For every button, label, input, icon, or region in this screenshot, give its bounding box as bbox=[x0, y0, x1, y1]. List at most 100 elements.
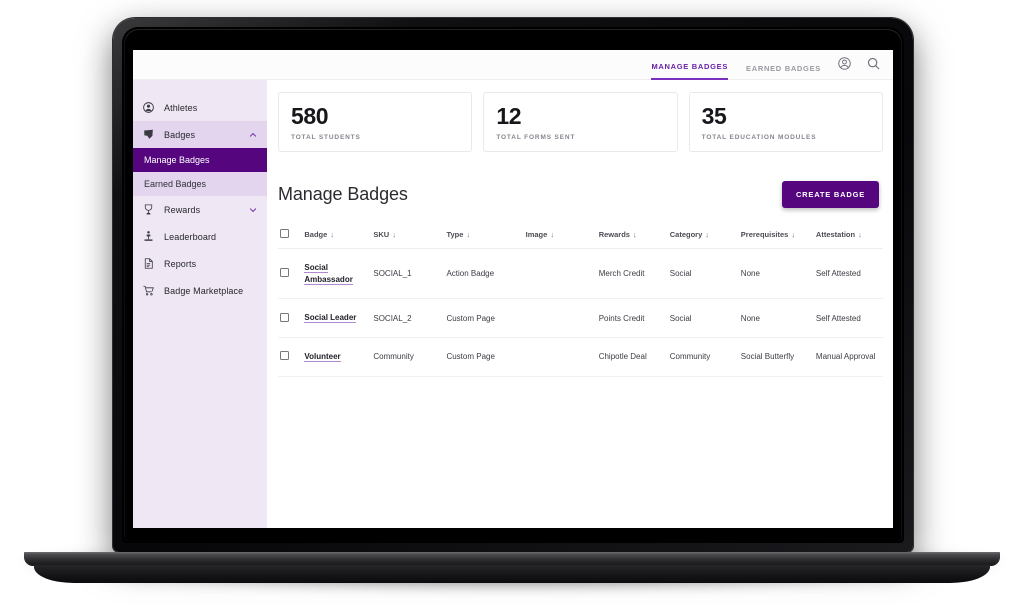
sort-arrow-icon[interactable]: ↓ bbox=[550, 230, 554, 239]
stat-label: TOTAL STUDENTS bbox=[291, 134, 361, 142]
shopping-cart-icon bbox=[143, 285, 154, 296]
cell-category: Social bbox=[667, 248, 739, 300]
cell-image bbox=[523, 337, 597, 377]
badge-icon bbox=[144, 129, 153, 139]
tab-earned-badges[interactable]: EARNED BADGES bbox=[746, 54, 821, 80]
column-header-type[interactable]: Type ↓ bbox=[444, 223, 524, 250]
search-icon[interactable] bbox=[866, 56, 881, 71]
cell-prerequisites: None bbox=[738, 248, 814, 300]
laptop-screen: MANAGE BADGES EARNED BADGES Athletes Bad… bbox=[133, 50, 893, 528]
sort-arrow-icon[interactable]: ↓ bbox=[330, 230, 334, 239]
stats-cards: 580 TOTAL STUDENTS 12 TOTAL FORMS SENT 3… bbox=[278, 92, 883, 153]
cell-sku: SOCIAL_1 bbox=[371, 248, 445, 300]
column-header-prerequisites[interactable]: Prerequisites ↓ bbox=[738, 223, 814, 250]
table-row[interactable]: Social Ambassador SOCIAL_1 Action Badge … bbox=[278, 248, 883, 300]
sort-arrow-icon[interactable]: ↓ bbox=[705, 230, 709, 239]
table-row[interactable]: Volunteer Community Custom Page Chipotle… bbox=[278, 337, 883, 377]
select-all-checkbox[interactable] bbox=[280, 229, 289, 239]
sort-arrow-icon[interactable]: ↓ bbox=[466, 230, 470, 239]
document-icon bbox=[144, 258, 153, 269]
column-header-badge[interactable]: Badge ↓ bbox=[302, 223, 372, 250]
section-header: Manage Badges CREATE BADGE bbox=[278, 181, 883, 209]
badge-name-link[interactable]: Volunteer bbox=[304, 351, 341, 362]
stat-label: TOTAL FORMS SENT bbox=[496, 134, 576, 142]
sort-arrow-icon[interactable]: ↓ bbox=[791, 230, 795, 239]
app-topbar: MANAGE BADGES EARNED BADGES bbox=[133, 50, 893, 80]
sidebar-item-athletes[interactable]: Athletes bbox=[133, 94, 267, 121]
sidebar-item-label: Athletes bbox=[164, 102, 198, 113]
row-checkbox[interactable] bbox=[280, 312, 289, 322]
column-header-attestation[interactable]: Attestation ↓ bbox=[813, 223, 883, 250]
stat-value: 35 bbox=[701, 103, 727, 129]
column-label: SKU bbox=[373, 230, 390, 240]
stat-card-total-forms-sent: 12 TOTAL FORMS SENT bbox=[483, 92, 678, 153]
sort-arrow-icon[interactable]: ↓ bbox=[858, 230, 862, 239]
cell-category: Social bbox=[667, 298, 739, 338]
row-checkbox[interactable] bbox=[280, 351, 289, 361]
cell-badge: Volunteer bbox=[302, 337, 372, 377]
top-tabs: MANAGE BADGES EARNED BADGES bbox=[651, 50, 821, 80]
column-label: Prerequisites bbox=[740, 230, 789, 240]
create-badge-button[interactable]: CREATE BADGE bbox=[781, 181, 879, 209]
app-body: Athletes Badges Manage Badges Earned Bad… bbox=[133, 80, 893, 528]
sidebar-subitem-manage-badges[interactable]: Manage Badges bbox=[133, 148, 267, 172]
chevron-up-icon[interactable] bbox=[248, 130, 258, 140]
row-select-cell bbox=[278, 248, 303, 300]
cell-prerequisites: Social Butterfly bbox=[738, 337, 814, 377]
column-label: Attestation bbox=[815, 230, 856, 240]
cell-attestation: Manual Approval bbox=[813, 337, 883, 377]
podium-icon bbox=[144, 231, 153, 241]
sidebar-item-rewards[interactable]: Rewards bbox=[133, 196, 267, 223]
sort-arrow-icon[interactable]: ↓ bbox=[392, 230, 396, 239]
sidebar-subitem-earned-badges[interactable]: Earned Badges bbox=[133, 172, 267, 196]
select-all-header bbox=[278, 223, 303, 250]
sidebar-item-badge-marketplace[interactable]: Badge Marketplace bbox=[133, 277, 267, 304]
stat-label: TOTAL EDUCATION MODULES bbox=[701, 134, 817, 142]
person-icon bbox=[143, 102, 154, 113]
column-header-image[interactable]: Image ↓ bbox=[523, 223, 597, 250]
cell-attestation: Self Attested bbox=[813, 248, 883, 300]
badge-name-link[interactable]: Social Leader bbox=[304, 313, 357, 324]
stat-value: 580 bbox=[291, 103, 329, 129]
cell-attestation: Self Attested bbox=[813, 298, 883, 338]
cell-image bbox=[523, 248, 597, 300]
sidebar-item-label: Badges bbox=[164, 129, 196, 140]
table-header-row: Badge ↓ SKU ↓ Type ↓ Image ↓ Rewards ↓ Catego… bbox=[278, 223, 883, 250]
sort-arrow-icon[interactable]: ↓ bbox=[633, 230, 637, 239]
sidebar-item-label: Rewards bbox=[164, 204, 201, 215]
cell-badge: Social Leader bbox=[302, 298, 372, 338]
page-title: Manage Badges bbox=[278, 184, 408, 205]
tab-manage-badges[interactable]: MANAGE BADGES bbox=[651, 52, 729, 80]
sidebar-item-label: Reports bbox=[164, 258, 197, 269]
cell-prerequisites: None bbox=[738, 298, 814, 338]
cell-sku: SOCIAL_2 bbox=[371, 298, 445, 338]
stat-value: 12 bbox=[496, 103, 522, 129]
sidebar-item-label: Leaderboard bbox=[164, 231, 217, 242]
sidebar-item-badges[interactable]: Badges bbox=[133, 121, 267, 148]
account-circle-icon[interactable] bbox=[837, 56, 852, 71]
column-label: Category bbox=[669, 230, 703, 240]
cell-rewards: Points Credit bbox=[596, 298, 668, 338]
stat-card-total-education-modules: 35 TOTAL EDUCATION MODULES bbox=[688, 92, 883, 153]
row-select-cell bbox=[278, 337, 303, 377]
cell-badge: Social Ambassador bbox=[302, 248, 372, 300]
cell-type: Action Badge bbox=[444, 248, 524, 300]
column-header-category[interactable]: Category ↓ bbox=[667, 223, 739, 250]
laptop-mockup-stage: MANAGE BADGES EARNED BADGES Athletes Bad… bbox=[0, 0, 1024, 607]
row-checkbox[interactable] bbox=[280, 268, 289, 278]
sidebar-item-reports[interactable]: Reports bbox=[133, 250, 267, 277]
badges-table: Badge ↓ SKU ↓ Type ↓ Image ↓ Rewards ↓ Catego… bbox=[278, 223, 883, 377]
badge-name-link[interactable]: Social Ambassador bbox=[304, 263, 353, 285]
stat-card-total-students: 580 TOTAL STUDENTS bbox=[278, 92, 473, 153]
chevron-down-icon[interactable] bbox=[248, 205, 258, 215]
laptop-base-underside bbox=[34, 565, 990, 583]
table-row[interactable]: Social Leader SOCIAL_2 Custom Page Point… bbox=[278, 298, 883, 338]
row-select-cell bbox=[278, 298, 303, 338]
sidebar-item-label: Badge Marketplace bbox=[164, 285, 244, 296]
sidebar-item-leaderboard[interactable]: Leaderboard bbox=[133, 223, 267, 250]
column-header-sku[interactable]: SKU ↓ bbox=[371, 223, 445, 250]
sidebar: Athletes Badges Manage Badges Earned Bad… bbox=[133, 80, 267, 528]
column-header-rewards[interactable]: Rewards ↓ bbox=[596, 223, 668, 250]
laptop-base bbox=[24, 552, 1000, 566]
column-label: Type bbox=[446, 230, 464, 240]
